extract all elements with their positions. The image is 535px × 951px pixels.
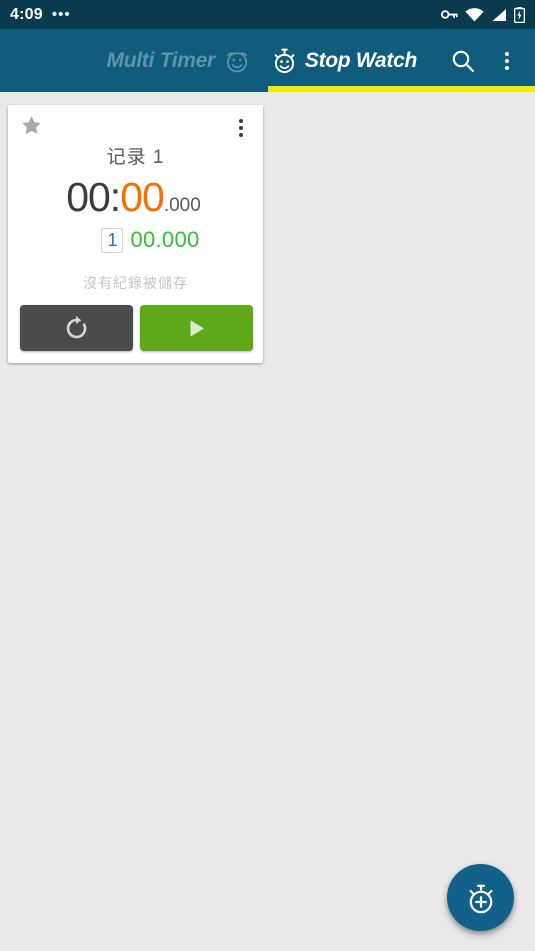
- battery-icon: [514, 6, 525, 23]
- tab-multi-timer-label: Multi Timer: [106, 48, 216, 72]
- app-bar: Multi Timer Stop Watch: [0, 29, 535, 92]
- vpn-key-icon: [441, 8, 458, 21]
- lap-number: 1: [101, 227, 124, 253]
- star-icon[interactable]: [21, 115, 42, 136]
- stopwatch-seconds: 00: [120, 174, 165, 220]
- stopwatch-plus-icon: [463, 879, 499, 917]
- stopwatch-time-display: 00: 00 .000: [8, 177, 263, 218]
- notification-ellipsis-icon: •••: [51, 5, 71, 23]
- cellular-signal-icon: [491, 8, 507, 22]
- play-icon: [184, 316, 209, 341]
- stopwatch-icon: [271, 46, 298, 75]
- tab-bar: Multi Timer Stop Watch: [97, 29, 427, 92]
- stopwatch-milliseconds: .000: [163, 195, 201, 216]
- lap-time: 00.000: [130, 227, 200, 252]
- app-bar-actions: [441, 33, 529, 89]
- overflow-dots: [505, 51, 509, 70]
- app-screen: 4:09 ••• Multi Timer Stop Watch 记录 1 00:…: [0, 0, 535, 951]
- wifi-icon: [465, 7, 484, 22]
- stopwatch-minutes: 00:: [66, 174, 121, 220]
- card-header: [8, 105, 263, 139]
- status-bar-icons: [441, 6, 525, 23]
- card-overflow-menu-icon[interactable]: [230, 114, 252, 142]
- status-bar: 4:09 •••: [0, 0, 535, 29]
- status-bar-clock: 4:09: [10, 5, 43, 23]
- stopwatch-card[interactable]: 记录 1 00: 00 .000 1 00.000 沒有紀錄被儲存: [8, 105, 263, 363]
- active-tab-indicator: [268, 86, 535, 92]
- empty-records-message: 沒有紀錄被儲存: [83, 275, 188, 291]
- tab-multi-timer[interactable]: Multi Timer: [97, 29, 261, 92]
- tab-stop-watch[interactable]: Stop Watch: [261, 29, 427, 92]
- start-button[interactable]: [140, 305, 253, 351]
- search-icon[interactable]: [441, 33, 485, 89]
- overflow-menu-icon[interactable]: [485, 33, 529, 89]
- refresh-icon: [63, 315, 90, 342]
- lap-display: 1 00.000: [8, 227, 263, 253]
- reset-button[interactable]: [20, 305, 133, 351]
- stopwatch-title: 记录 1: [106, 147, 165, 168]
- tab-stop-watch-label: Stop Watch: [304, 48, 417, 72]
- add-stopwatch-fab[interactable]: [447, 864, 514, 931]
- alarm-clock-icon: [223, 47, 251, 75]
- stopwatch-controls: [20, 305, 253, 351]
